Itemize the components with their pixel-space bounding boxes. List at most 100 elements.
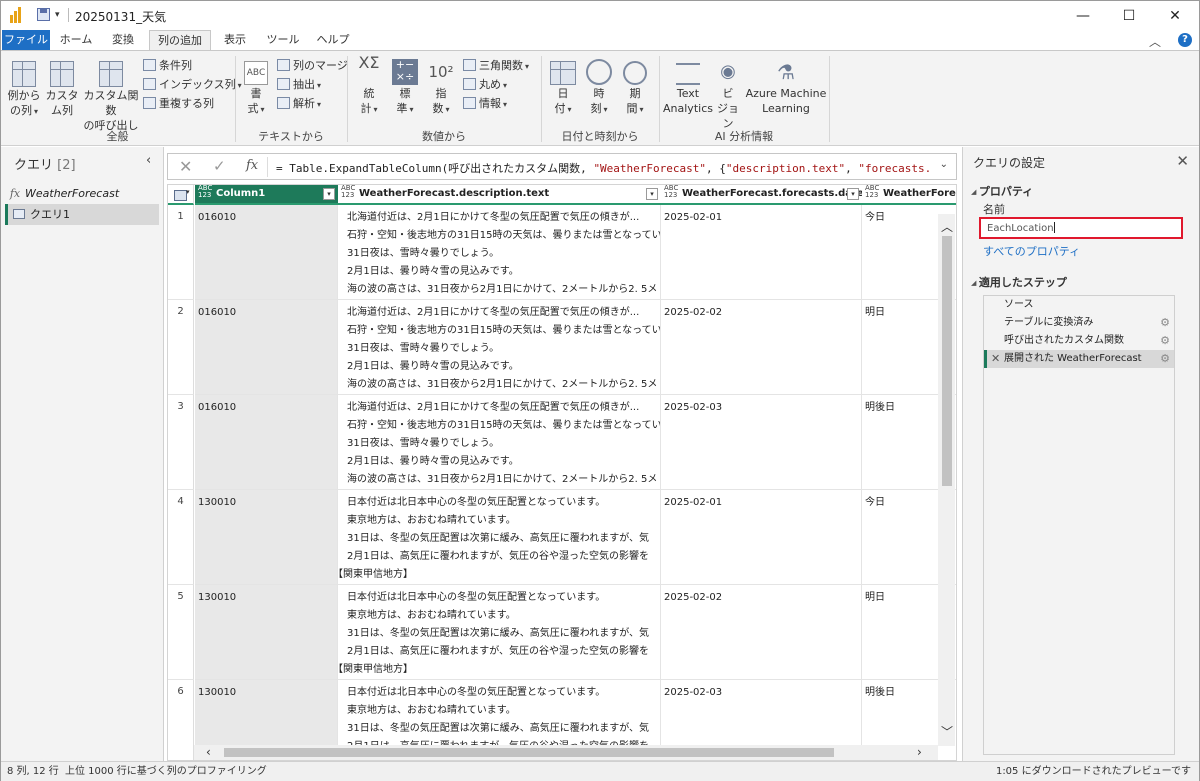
column-header-description[interactable]: ABC 123 WeatherForecast.description.text ▾ xyxy=(338,185,661,205)
label: 書 xyxy=(250,87,262,100)
scroll-up-icon[interactable]: ︿ xyxy=(941,218,953,235)
azure-ml-button[interactable]: ⚗ Azure Machine Learning xyxy=(745,55,827,116)
horizontal-scrollbar[interactable]: ‹ › xyxy=(194,745,938,760)
minimize-button[interactable]: — xyxy=(1060,1,1106,30)
conditional-column-button[interactable]: 条件列 xyxy=(143,57,192,75)
vision-button[interactable]: ◉ ビ ジョン xyxy=(713,55,743,131)
table-menu-icon[interactable] xyxy=(168,185,194,205)
formula-input[interactable]: = Table.ExpandTableColumn(呼び出されたカスタム関数, … xyxy=(276,160,931,176)
collapse-pane-icon[interactable]: ‹ xyxy=(146,153,151,168)
expand-formula-icon[interactable]: ⌄ xyxy=(940,159,948,170)
function-icon: fx xyxy=(9,187,21,200)
maximize-button[interactable]: ☐ xyxy=(1106,1,1152,30)
cell-forecast-date[interactable]: 2025-02-01 xyxy=(661,205,862,300)
tab-file[interactable]: ファイル xyxy=(2,30,50,50)
duplicate-column-button[interactable]: 重複する列 xyxy=(143,95,214,113)
quick-access-dropdown-icon[interactable]: ▾ xyxy=(55,10,60,20)
column-header-forecast-date[interactable]: ABC 123 WeatherForecast.forecasts.date ▾ xyxy=(661,185,862,205)
step-invoked-custom-function[interactable]: 呼び出されたカスタム関数 ⚙ xyxy=(984,332,1174,350)
time-button[interactable]: 時 刻 ▾ xyxy=(583,55,615,117)
standard-button[interactable]: +− ×÷ 標 準 ▾ xyxy=(391,55,419,117)
cell-column1[interactable]: 016010 xyxy=(195,205,338,300)
cell-forecast-date[interactable]: 2025-02-02 xyxy=(661,585,862,680)
cell-description[interactable]: 北海道付近は、2月1日にかけて冬型の気圧配置で気圧の傾きが... 石狩・空知・後志… xyxy=(338,395,661,490)
help-icon[interactable]: ? xyxy=(1178,33,1192,47)
step-source[interactable]: ソース xyxy=(984,296,1174,314)
close-button[interactable]: ✕ xyxy=(1152,1,1198,30)
row-number: 5 xyxy=(168,585,194,680)
divider xyxy=(267,157,268,177)
rounding-button[interactable]: 丸め ▾ xyxy=(463,76,507,94)
cancel-formula-icon[interactable]: ✕ xyxy=(179,157,192,176)
profiling-status[interactable]: 上位 1000 行に基づく列のプロファイリング xyxy=(65,762,267,781)
format-icon: ABC xyxy=(244,61,268,85)
tab-help[interactable]: ヘルプ xyxy=(311,30,355,50)
insert-function-icon[interactable]: fx xyxy=(246,158,258,173)
tab-add-column[interactable]: 列の追加 xyxy=(149,30,211,51)
date-button[interactable]: 日 付 ▾ xyxy=(547,55,579,117)
vertical-scrollbar[interactable]: ︿ ﹀ xyxy=(938,214,955,746)
merge-columns-button[interactable]: 列のマージ xyxy=(277,57,348,75)
description-line: 北海道付近は、2月1日にかけて冬型の気圧配置で気圧の傾きが... xyxy=(347,307,640,318)
extract-button[interactable]: 抽出 ▾ xyxy=(277,76,321,94)
scroll-down-icon[interactable]: ﹀ xyxy=(941,723,953,740)
cell-column1[interactable]: 130010 xyxy=(195,490,338,585)
cell-forecast-date[interactable]: 2025-02-03 xyxy=(661,395,862,490)
column-from-examples-button[interactable]: 例から の列 ▾ xyxy=(7,55,41,119)
close-icon[interactable]: ✕ xyxy=(1176,152,1189,170)
tab-transform[interactable]: 変換 xyxy=(101,30,145,50)
tab-view[interactable]: 表示 xyxy=(215,30,255,50)
delete-step-icon[interactable]: ✕ xyxy=(991,350,1000,368)
scroll-left-icon[interactable]: ‹ xyxy=(206,745,211,759)
duration-button[interactable]: 期 間 ▾ xyxy=(619,55,651,117)
format-button[interactable]: ABC 書 式 ▾ xyxy=(243,61,269,117)
custom-column-button[interactable]: カスタ ム列 xyxy=(45,55,79,118)
function-icon xyxy=(99,61,123,87)
invoke-custom-function-button[interactable]: カスタム関数 の呼び出し xyxy=(81,55,141,133)
cell-description[interactable]: 北海道付近は、2月1日にかけて冬型の気圧配置で気圧の傾きが... 石狩・空知・後志… xyxy=(338,300,661,395)
cell-description[interactable]: 北海道付近は、2月1日にかけて冬型の気圧配置で気圧の傾きが... 石狩・空知・後志… xyxy=(338,205,661,300)
statistics-button[interactable]: XΣ 統 計 ▾ xyxy=(355,55,383,117)
save-icon[interactable] xyxy=(37,8,50,21)
filter-dropdown-icon[interactable]: ▾ xyxy=(646,188,658,200)
collapse-ribbon-icon[interactable]: ︿ xyxy=(1149,33,1161,50)
cell-forecast-date[interactable]: 2025-02-01 xyxy=(661,490,862,585)
row-number: 1 xyxy=(168,205,194,300)
step-expanded-weatherforecast[interactable]: ✕ 展開された WeatherForecast ⚙ xyxy=(984,350,1174,368)
query-item-weatherforecast[interactable]: fx WeatherForecast xyxy=(5,183,159,204)
cell-description[interactable]: 日本付近は北日本中心の冬型の気圧配置となっています。 東京地方は、おおむね晴れてい… xyxy=(338,585,661,680)
tab-home[interactable]: ホーム xyxy=(55,30,97,50)
cell-column1[interactable]: 130010 xyxy=(195,585,338,680)
scroll-thumb[interactable] xyxy=(942,236,952,486)
tab-tools[interactable]: ツール xyxy=(263,30,303,50)
cell-column1[interactable]: 016010 xyxy=(195,395,338,490)
description-line: 2月1日は、曇り時々雪の見込みです。 xyxy=(347,361,519,372)
gear-icon[interactable]: ⚙ xyxy=(1160,350,1170,368)
filter-dropdown-icon[interactable]: ▾ xyxy=(323,188,335,200)
scientific-button[interactable]: 10² 指 数 ▾ xyxy=(427,55,455,117)
cell-column1[interactable]: 016010 xyxy=(195,300,338,395)
parse-button[interactable]: 解析 ▾ xyxy=(277,95,321,113)
index-column-button[interactable]: インデックス列 ▾ xyxy=(143,76,242,94)
scroll-right-icon[interactable]: › xyxy=(917,745,922,759)
commit-formula-icon[interactable]: ✓ xyxy=(213,157,226,175)
step-converted-to-table[interactable]: テーブルに変換済み ⚙ xyxy=(984,314,1174,332)
cell-description[interactable]: 日本付近は北日本中心の冬型の気圧配置となっています。 東京地方は、おおむね晴れてい… xyxy=(338,490,661,585)
all-properties-link[interactable]: すべてのプロパティ xyxy=(983,243,1080,259)
gear-icon[interactable]: ⚙ xyxy=(1160,314,1170,332)
divider xyxy=(659,56,660,142)
description-line: 石狩・空知・後志地方の31日15時の天気は、曇りまたは雪となってい xyxy=(347,420,661,431)
column-header-forecast-label[interactable]: ABC123WeatherForecas xyxy=(862,185,956,205)
query-item-query1[interactable]: クエリ1 xyxy=(5,204,159,225)
trigonometry-button[interactable]: 三角関数 ▾ xyxy=(463,57,529,75)
gear-icon[interactable]: ⚙ xyxy=(1160,332,1170,350)
scroll-thumb[interactable] xyxy=(224,748,834,757)
column-header-column1[interactable]: ABC 123 Column1 ▾ xyxy=(195,185,338,205)
cell-forecast-date[interactable]: 2025-02-02 xyxy=(661,300,862,395)
power-query-editor: ▾ 20250131_天気 — ☐ ✕ ファイル ホーム 変換 列の追加 表示 … xyxy=(0,0,1200,781)
label: カスタム関数 xyxy=(83,89,139,117)
information-button[interactable]: 情報 ▾ xyxy=(463,95,507,113)
text-analytics-button[interactable]: Text Analytics xyxy=(663,55,713,116)
filter-dropdown-icon[interactable]: ▾ xyxy=(847,188,859,200)
query-name-input[interactable]: EachLocation xyxy=(979,217,1183,239)
